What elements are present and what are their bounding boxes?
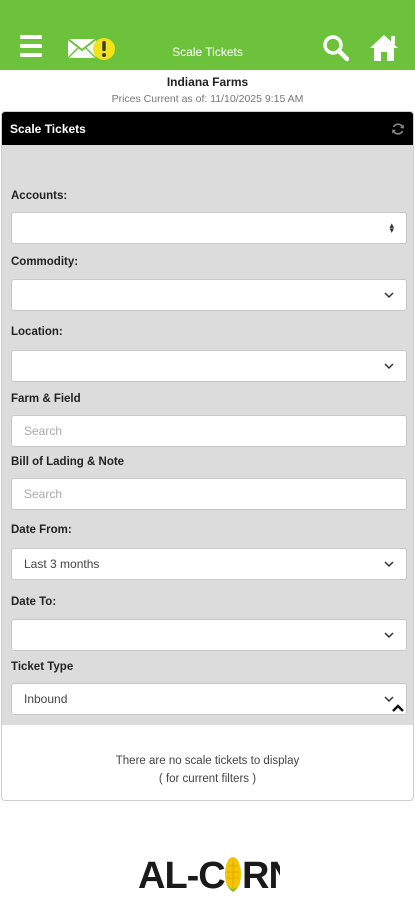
home-icon[interactable]: [368, 33, 400, 63]
empty-message-line: There are no scale tickets to display: [115, 755, 300, 767]
prices-current-text: Prices Current as of: 11/10/2025 9:15 AM: [111, 93, 304, 105]
date-from-select[interactable]: Last 3 months: [11, 548, 407, 580]
page-title: Scale Tickets: [172, 45, 243, 59]
ticket-type-label: Ticket Type: [11, 661, 74, 673]
accounts-label: Accounts:: [11, 190, 68, 202]
filters-area: Accounts: ▴ ▾ Commodity: Location: Farm &…: [2, 145, 413, 725]
date-to-select[interactable]: [11, 619, 407, 651]
location-label: Location:: [11, 326, 63, 338]
commodity-label: Commodity:: [11, 256, 79, 268]
date-from-label: Date From:: [11, 524, 72, 536]
farm-field-search-input[interactable]: [24, 424, 394, 438]
commodity-select[interactable]: [11, 279, 407, 311]
search-icon[interactable]: [322, 34, 350, 62]
panel-title: Scale Tickets: [10, 121, 86, 136]
farm-name: Indiana Farms: [166, 75, 249, 89]
farm-field-search-field[interactable]: [11, 415, 407, 447]
bill-of-lading-search-input[interactable]: [24, 487, 394, 501]
scale-tickets-panel: Scale Tickets Accounts: ▴ ▾ Commodity: Lo…: [1, 111, 414, 801]
empty-results-message: There are no scale tickets to display ( …: [2, 752, 413, 788]
chevron-down-icon: [384, 561, 394, 568]
chevron-down-icon: [384, 632, 394, 639]
accounts-select[interactable]: ▴ ▾: [11, 212, 407, 244]
date-from-value: Last 3 months: [24, 557, 100, 571]
refresh-icon[interactable]: [391, 122, 405, 136]
svg-text:AL-C: AL-C: [138, 855, 225, 896]
top-app-bar: Scale Tickets: [0, 0, 415, 70]
al-corn-logo: AL-C RN: [138, 852, 296, 897]
bill-of-lading-label: Bill of Lading & Note: [11, 456, 125, 468]
sort-arrows-icon: ▴ ▾: [389, 220, 394, 235]
empty-message-subline: ( for current filters ): [158, 773, 257, 785]
farm-field-label: Farm & Field: [11, 393, 81, 405]
bill-of-lading-search-field[interactable]: [11, 478, 407, 510]
chevron-down-icon: [384, 363, 394, 370]
chevron-down-icon: [384, 292, 394, 299]
ticket-type-value: Inbound: [24, 692, 68, 706]
panel-header: Scale Tickets: [2, 112, 413, 145]
ticket-type-select[interactable]: Inbound: [11, 683, 407, 715]
svg-text:RN: RN: [242, 855, 280, 896]
date-to-label: Date To:: [11, 596, 57, 608]
location-select[interactable]: [11, 350, 407, 382]
chevron-up-icon[interactable]: [391, 703, 405, 713]
